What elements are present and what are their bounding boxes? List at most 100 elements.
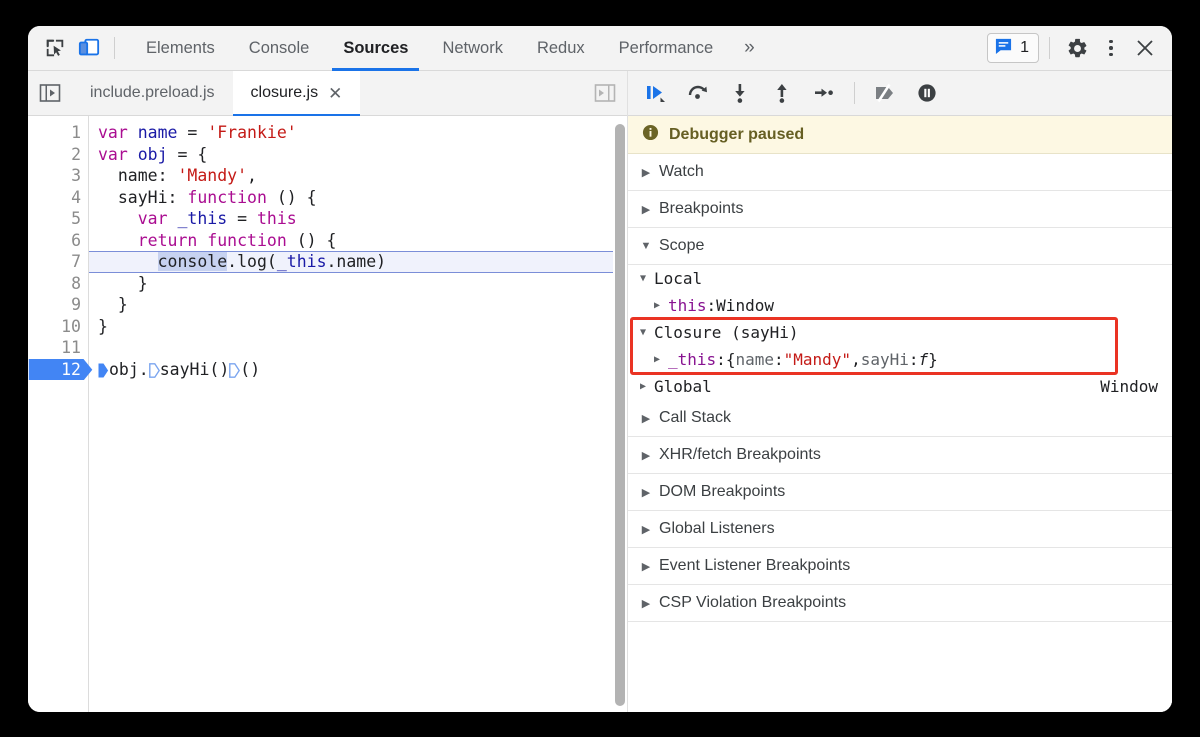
section-label: XHR/fetch Breakpoints	[659, 446, 821, 463]
line-number[interactable]: 12	[28, 360, 88, 379]
section-call-stack[interactable]: ▶ Call Stack	[628, 400, 1172, 437]
line-number[interactable]: 3	[28, 166, 88, 185]
chevron-right-icon: ▶	[641, 486, 651, 499]
code-token: .name)	[326, 252, 387, 272]
scope-closure-this[interactable]: ▶ _this: {name: "Mandy", sayHi: f}	[628, 346, 1172, 373]
line-number[interactable]: 9	[28, 295, 88, 314]
debugger-toolbar	[628, 71, 1172, 116]
code-line[interactable]: 2 var obj = {	[28, 144, 613, 166]
info-icon	[642, 124, 659, 146]
code-token: 'Frankie'	[207, 123, 297, 143]
section-event-listener-breakpoints[interactable]: ▶ Event Listener Breakpoints	[628, 548, 1172, 585]
section-watch[interactable]: ▶ Watch	[628, 154, 1172, 191]
step-over-icon[interactable]	[678, 75, 718, 111]
file-tab-label: closure.js	[250, 84, 319, 101]
code-text: console.log(_this.name)	[88, 252, 387, 272]
code-token: }	[98, 273, 148, 293]
chevron-right-icon: ▶	[641, 203, 651, 216]
tab-sources[interactable]: Sources	[326, 26, 425, 71]
line-number[interactable]: 4	[28, 188, 88, 207]
console-message-badge[interactable]: 1	[987, 33, 1039, 63]
step-into-icon[interactable]	[720, 75, 760, 111]
code-line[interactable]: 9 }	[28, 294, 613, 316]
close-icon[interactable]: ✕	[328, 85, 342, 102]
toolbar-right-actions: 1	[987, 31, 1166, 65]
chevron-right-icon[interactable]: ▶	[650, 354, 664, 365]
inline-call-marker-icon[interactable]	[148, 362, 160, 378]
scope-local[interactable]: ▼ Local	[628, 265, 1172, 292]
code-lines[interactable]: 1 var name = 'Frankie' 2 var obj = {3 name:…	[28, 116, 613, 712]
code-line[interactable]: 6 return function () {	[28, 230, 613, 252]
code-line[interactable]: 11	[28, 337, 613, 359]
code-line[interactable]: 8 }	[28, 273, 613, 295]
scope-value: Window	[1100, 377, 1158, 396]
chevron-down-icon[interactable]: ▼	[636, 327, 650, 338]
tab-elements[interactable]: Elements	[129, 26, 232, 71]
code-token: }	[98, 295, 128, 315]
code-line[interactable]: 1 var name = 'Frankie'	[28, 122, 613, 144]
scope-closure-sayhi[interactable]: ▼ Closure (sayHi)	[628, 319, 1172, 346]
console-message-count: 1	[1020, 39, 1029, 56]
chevron-right-icon[interactable]: ▶	[650, 300, 664, 311]
show-navigator-icon[interactable]	[28, 71, 72, 115]
scrollbar-thumb[interactable]	[615, 124, 625, 706]
line-number[interactable]: 11	[28, 338, 88, 357]
file-tab-label: include.preload.js	[90, 84, 215, 101]
code-line[interactable]: 10}	[28, 316, 613, 338]
scope-global[interactable]: ▶ Global Window	[628, 373, 1172, 400]
line-number[interactable]: 1	[28, 123, 88, 142]
editor-scrollbar[interactable]	[613, 116, 627, 712]
tab-redux[interactable]: Redux	[520, 26, 602, 71]
code-token: }	[98, 316, 108, 336]
show-navigator-right-icon[interactable]	[583, 71, 627, 115]
tab-console[interactable]: Console	[232, 26, 327, 71]
close-icon[interactable]	[1128, 31, 1162, 65]
code-line[interactable]: 12 obj. sayHi() ()	[28, 358, 613, 380]
chevron-right-icon[interactable]: ▶	[636, 381, 650, 392]
resume-icon[interactable]	[636, 75, 676, 111]
line-number[interactable]: 2	[28, 145, 88, 164]
line-number[interactable]: 5	[28, 209, 88, 228]
code-line[interactable]: 4 sayHi: function () {	[28, 187, 613, 209]
code-token: = {	[167, 144, 208, 164]
inline-call-marker-icon[interactable]	[229, 362, 241, 378]
section-breakpoints[interactable]: ▶ Breakpoints	[628, 191, 1172, 228]
sources-pane: include.preload.js closure.js ✕ 1 var na…	[28, 71, 628, 712]
step-out-icon[interactable]	[762, 75, 802, 111]
more-tabs-icon[interactable]: »	[730, 26, 769, 71]
scope-token: :	[716, 350, 726, 369]
code-token: sayHi:	[98, 187, 188, 207]
section-scope[interactable]: ▼ Scope	[628, 228, 1172, 265]
file-tab-include-preload[interactable]: include.preload.js	[72, 71, 233, 115]
line-number[interactable]: 8	[28, 274, 88, 293]
scope-token: ,	[851, 350, 861, 369]
code-token: this	[256, 209, 297, 229]
deactivate-breakpoints-icon[interactable]	[865, 75, 905, 111]
scope-local-this[interactable]: ▶ this: Window	[628, 292, 1172, 319]
kebab-menu-icon[interactable]	[1096, 32, 1126, 64]
inline-call-marker-active-icon[interactable]	[98, 363, 109, 378]
step-icon[interactable]	[804, 75, 844, 111]
section-global-listeners[interactable]: ▶ Global Listeners	[628, 511, 1172, 548]
inspect-element-icon[interactable]	[38, 31, 72, 65]
debugger-divider	[854, 82, 855, 104]
gear-icon[interactable]	[1060, 31, 1094, 65]
code-line[interactable]: 3 name: 'Mandy',	[28, 165, 613, 187]
section-dom-breakpoints[interactable]: ▶ DOM Breakpoints	[628, 474, 1172, 511]
line-number[interactable]: 7	[28, 252, 88, 271]
file-tab-closure[interactable]: closure.js ✕	[232, 71, 361, 116]
code-line[interactable]: 5 var _this = this	[28, 208, 613, 230]
device-toolbar-icon[interactable]	[72, 31, 106, 65]
line-number[interactable]: 10	[28, 317, 88, 336]
tab-network[interactable]: Network	[425, 26, 520, 71]
chevron-down-icon[interactable]: ▼	[636, 273, 650, 284]
line-number[interactable]: 6	[28, 231, 88, 250]
tab-performance[interactable]: Performance	[602, 26, 730, 71]
code-line[interactable]: 7 console.log(_this.name)	[28, 251, 613, 273]
section-csp-violation-breakpoints[interactable]: ▶ CSP Violation Breakpoints	[628, 585, 1172, 622]
section-xhr-fetch-breakpoints[interactable]: ▶ XHR/fetch Breakpoints	[628, 437, 1172, 474]
scope-token: this	[668, 296, 707, 315]
pause-on-exceptions-icon[interactable]	[907, 75, 947, 111]
